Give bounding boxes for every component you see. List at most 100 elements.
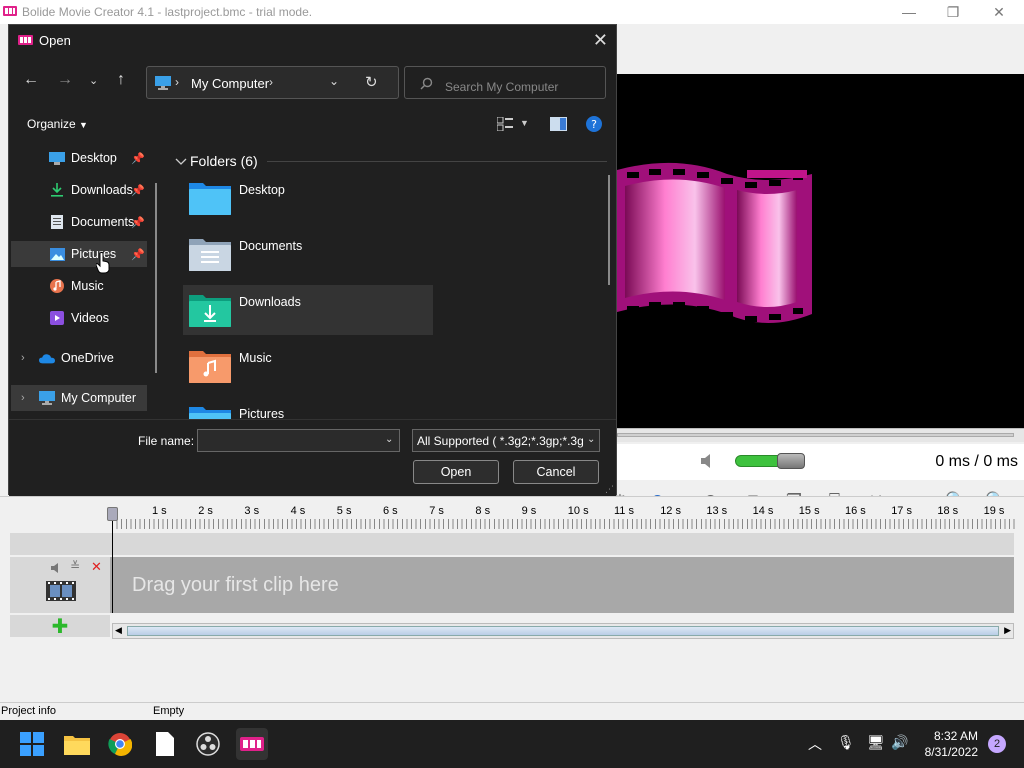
breadcrumb-chevron-icon[interactable]: › [269,75,273,89]
downloads-folder-icon [189,295,231,327]
filter-dropdown-icon[interactable]: ⌄ [587,434,595,445]
search-input[interactable] [404,66,606,99]
folders-group-header[interactable]: Folders (6) [190,153,258,169]
refresh-icon[interactable]: ↻ [365,73,378,91]
timeline-tick-label: 5 s [336,505,352,517]
back-icon[interactable]: ← [23,71,39,89]
open-button[interactable]: Open [413,460,499,484]
volume-slider-thumb[interactable] [777,453,805,469]
help-icon[interactable]: ? [586,116,602,132]
add-track-icon[interactable]: ✚ [10,615,110,638]
cancel-button[interactable]: Cancel [513,460,599,484]
file-list: Folders (6) Desktop Documents Downloads Mus… [167,143,616,419]
windows-start-icon[interactable] [16,728,48,760]
pin-icon[interactable]: 📌 [131,152,145,165]
video-track[interactable]: ≚ ✕ Drag your first clip here [10,557,1014,613]
group-collapse-icon[interactable] [175,157,187,167]
timeline-tick-label: 15 s [798,505,820,517]
remove-track-icon[interactable]: ✕ [91,559,102,575]
playhead-handle[interactable] [107,507,118,521]
scroll-left-icon[interactable]: ◀ [115,625,122,636]
computer-icon [155,76,171,90]
recent-locations-icon[interactable]: ⌄ [89,74,98,87]
folder-pictures[interactable]: Pictures [183,397,433,419]
seek-bar[interactable] [617,428,1024,442]
close-app-button[interactable]: ✕ [976,0,1022,24]
folder-downloads[interactable]: Downloads [183,285,433,335]
playhead-line [112,511,113,613]
notification-badge[interactable]: 2 [988,735,1006,753]
nav-pane-scrollbar[interactable] [155,183,157,373]
nav-item-desktop[interactable]: Desktop 📌 [11,145,147,171]
up-icon[interactable]: ↑ [117,71,125,89]
view-dropdown-icon[interactable]: ▼ [520,118,529,128]
chrome-icon[interactable] [104,728,136,760]
clock-time: 8:32 AM [933,729,978,743]
nav-item-my-computer[interactable]: › My Computer [11,385,147,411]
document-icon[interactable] [149,728,181,760]
preview-pane-icon[interactable] [550,117,567,131]
expand-chevron-icon[interactable]: › [21,352,25,364]
forward-icon[interactable]: → [57,71,73,89]
timeline-scrollbar[interactable]: ◀ ▶ [112,623,1014,639]
nav-item-music[interactable]: Music [11,273,147,299]
project-state: Empty [153,705,185,717]
nav-item-videos[interactable]: Videos [11,305,147,331]
pin-icon[interactable]: 📌 [131,248,145,261]
folder-documents[interactable]: Documents [183,229,433,279]
download-icon [49,183,65,197]
timeline-tick-label: 6 s [383,505,398,517]
network-icon[interactable]: 🖥 [867,734,885,751]
tray-overflow-icon[interactable]: ︿ [808,734,822,754]
file-name-dropdown-icon[interactable]: ⌄ [385,434,393,445]
file-type-filter[interactable]: All Supported ( *.3g2;*.3gp;*.3g [412,429,600,452]
file-list-scrollbar[interactable] [608,175,610,285]
speaker-icon[interactable]: 🔊 [891,734,908,751]
desktop-icon [49,151,65,165]
organize-menu[interactable]: Organize ▼ [27,117,88,131]
search-icon [420,77,433,90]
folder-desktop[interactable]: Desktop [183,173,433,223]
timeline-tick-label: 13 s [706,505,728,517]
dialog-close-button[interactable]: ✕ [593,30,608,51]
timeline-tick-label: 10 s [567,505,589,517]
file-explorer-icon[interactable] [61,728,93,760]
bolide-taskbar-icon[interactable] [236,728,268,760]
nav-item-documents[interactable]: Documents 📌 [11,209,147,235]
svg-text:?: ? [591,118,597,131]
maximize-button[interactable]: ❐ [930,0,976,24]
pin-icon[interactable]: 📌 [131,184,145,197]
address-dropdown-icon[interactable]: ⌄ [329,74,339,88]
nav-item-downloads[interactable]: Downloads 📌 [11,177,147,203]
hand-cursor-icon [96,252,110,274]
folder-music[interactable]: Music [183,341,433,391]
volume-icon[interactable] [699,452,717,470]
drag-clip-hint: Drag your first clip here [132,574,339,596]
nav-item-label: Videos [71,311,109,325]
music-folder-icon [189,351,231,383]
audio-track[interactable] [10,533,1014,555]
timeline-tick-label: 8 s [475,505,491,517]
pin-icon[interactable]: 📌 [131,216,145,229]
timeline-tick-label: 19 s [983,505,1005,517]
system-clock[interactable]: 8:32 AM 8/31/2022 [925,728,978,760]
address-text[interactable]: My Computer [191,76,269,91]
nav-item-onedrive[interactable]: › OneDrive [11,345,147,371]
nav-item-pictures[interactable]: Pictures 📌 [11,241,147,267]
minimize-button[interactable]: — [886,0,932,24]
file-name-input[interactable] [197,429,400,452]
taskbar: ︿ 🎙 🖥 🔊 8:32 AM 8/31/2022 2 [0,720,1024,768]
expand-chevron-icon[interactable]: › [21,392,25,404]
address-bar[interactable]: › My Computer › ⌄ ↻ [146,66,399,99]
computer-icon [39,391,55,405]
resize-grip-icon[interactable]: ⋰ [605,484,614,495]
obs-icon[interactable] [192,728,224,760]
mute-icon[interactable] [50,561,64,575]
scroll-right-icon[interactable]: ▶ [1004,625,1011,636]
organize-label: Organize [27,117,76,131]
pictures-folder-icon [189,407,231,419]
timeline-ruler[interactable]: 1 s 2 s 3 s 4 s 5 s 6 s 7 s 8 s 9 s 10 s 11 s 12 s 1… [112,503,1016,529]
view-options-icon[interactable] [497,117,513,131]
microphone-icon[interactable]: 🎙 [837,734,855,751]
collapse-icon[interactable]: ≚ [70,559,80,573]
